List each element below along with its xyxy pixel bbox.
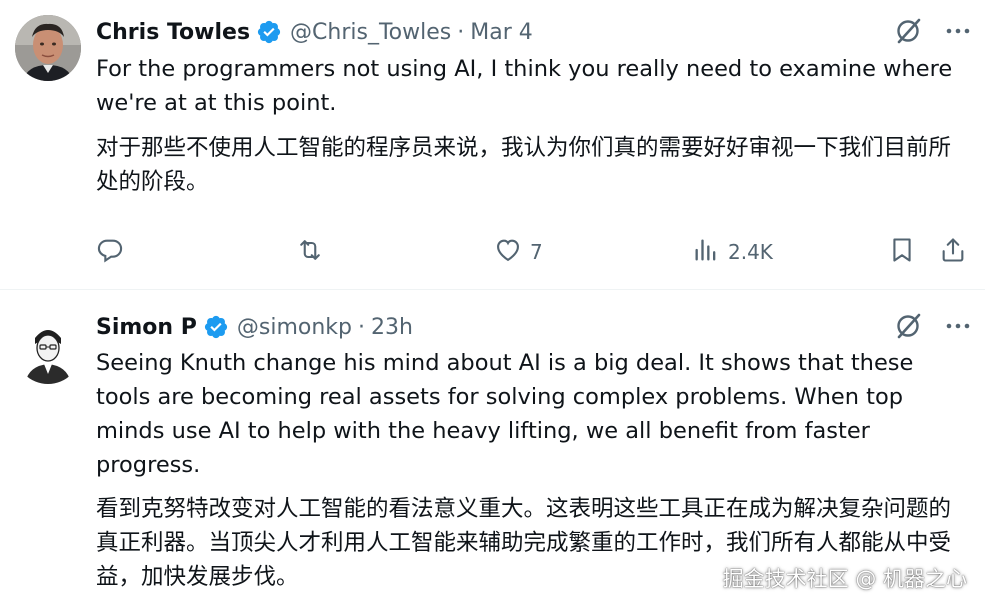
tweet-text-en: For the programmers not using AI, I thin…: [96, 56, 953, 116]
views-button[interactable]: 2.4K: [692, 232, 773, 272]
like-icon: [494, 236, 522, 269]
grok-icon[interactable]: [893, 16, 923, 50]
tweet-actions: 7 2.4K: [96, 232, 971, 272]
watermark-text: 掘金技术社区 @ 机器之心: [722, 567, 967, 591]
separator-dot: ·: [457, 19, 465, 45]
share-icon: [939, 236, 967, 269]
display-name[interactable]: Chris Towles: [96, 20, 250, 45]
separator-dot: ·: [358, 314, 365, 340]
timestamp[interactable]: 23h: [371, 315, 413, 340]
tweet-header: Simon P @simonkp · 23h: [96, 311, 413, 343]
grok-icon[interactable]: [893, 311, 923, 345]
more-icon[interactable]: [945, 18, 971, 48]
tweet-text-zh: 对于那些不使用人工智能的程序员来说，我认为你们真的需要好好审视一下我们目前所处的…: [96, 135, 952, 195]
tweet-top-icons: [893, 15, 971, 51]
watermark: 掘金技术社区 @ 机器之心: [723, 563, 967, 593]
verified-badge-icon: [203, 314, 229, 340]
avatar[interactable]: [15, 15, 81, 81]
verified-badge-icon: [256, 19, 282, 45]
views-count: 2.4K: [728, 240, 773, 264]
handle[interactable]: @simonkp: [237, 315, 352, 340]
handle[interactable]: @Chris_Towles: [290, 20, 451, 45]
repost-icon: [296, 236, 324, 269]
views-icon: [692, 236, 720, 269]
tweet-chris-towles[interactable]: Chris Towles @Chris_Towles · Mar 4 For t: [0, 0, 985, 290]
avatar[interactable]: [15, 318, 81, 384]
bookmark-button[interactable]: [888, 232, 916, 272]
tweet-header: Chris Towles @Chris_Towles · Mar 4: [96, 16, 533, 48]
reply-button[interactable]: [96, 232, 132, 272]
display-name[interactable]: Simon P: [96, 315, 197, 340]
like-button[interactable]: 7: [494, 232, 543, 272]
share-button[interactable]: [939, 232, 967, 272]
tweet-top-icons: [893, 310, 971, 346]
reply-icon: [96, 236, 124, 269]
more-icon[interactable]: [945, 313, 971, 343]
repost-button[interactable]: [296, 232, 332, 272]
timestamp[interactable]: Mar 4: [470, 20, 533, 45]
bookmark-icon: [888, 236, 916, 269]
like-count: 7: [530, 240, 543, 264]
tweet-text-en: Seeing Knuth change his mind about AI is…: [96, 350, 914, 478]
